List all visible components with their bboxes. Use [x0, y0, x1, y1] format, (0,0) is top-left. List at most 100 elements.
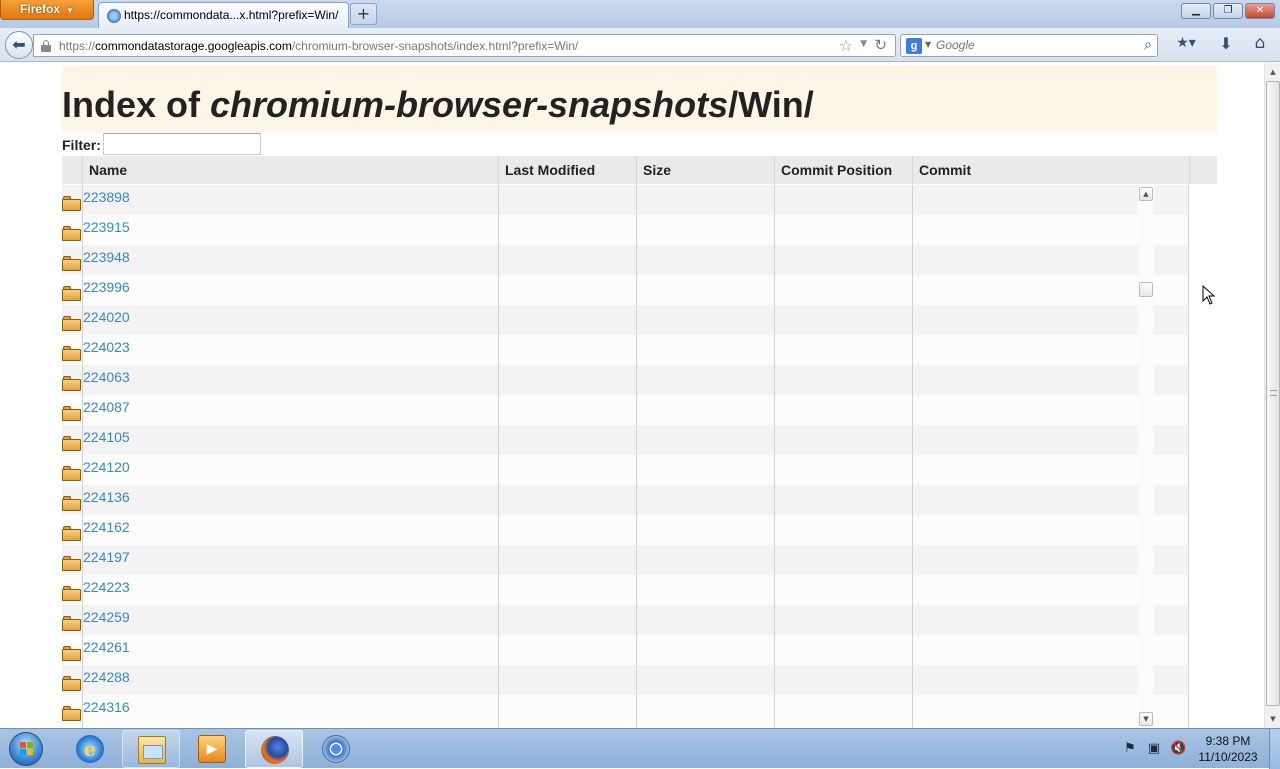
mouse-cursor-icon [1202, 285, 1216, 305]
taskbar-firefox[interactable] [245, 730, 303, 768]
table-body: 223898 223915 223948 223996 224020 224023 2240… [62, 185, 1189, 728]
scroll-up-icon[interactable]: ▲ [1139, 187, 1153, 201]
url-bar[interactable]: https://commondatastorage.googleapis.com… [33, 34, 896, 57]
page-content: Index of chromium-browser-snapshots/Win/… [0, 63, 1264, 728]
column-header-last-modified[interactable]: Last Modified [498, 156, 636, 184]
firefox-menu-button[interactable]: Firefox ▼ [0, 0, 94, 20]
search-input[interactable] [936, 38, 1131, 52]
column-header-name[interactable]: Name [82, 156, 498, 184]
restore-button[interactable]: ❐ [1213, 3, 1243, 19]
lock-icon [41, 40, 51, 52]
title-prefix: Index of [62, 84, 211, 125]
column-header-size[interactable]: Size [636, 156, 774, 184]
url-host: commondatastorage.googleapis.com [95, 39, 292, 53]
folder-link[interactable]: 224259 [83, 609, 130, 625]
back-icon: ⬅ [12, 35, 26, 54]
table-row: 224197 [62, 545, 1189, 575]
folder-link[interactable]: 224105 [83, 429, 130, 445]
folder-link[interactable]: 224316 [83, 699, 130, 715]
taskbar: e ▶ ⚑ ▣ 🔇 9:38 PM 11/10/2023 [0, 728, 1280, 769]
filter-input[interactable] [103, 133, 261, 155]
home-icon: ⌂ [1254, 33, 1266, 53]
folder-link[interactable]: 224223 [83, 579, 130, 595]
folder-icon [62, 706, 81, 721]
page-scroll-down-icon[interactable]: ▼ [1266, 712, 1280, 726]
folder-link[interactable]: 223948 [83, 249, 130, 265]
page-scroll-up-icon[interactable]: ▲ [1266, 65, 1280, 79]
folder-icon [62, 646, 81, 661]
tab-favicon-icon [107, 9, 121, 23]
chevron-down-icon: ▼ [66, 6, 74, 15]
action-center-flag-icon[interactable]: ⚑ [1122, 741, 1138, 757]
back-button[interactable]: ⬅ [5, 31, 33, 59]
reload-icon[interactable]: ↻ [874, 36, 887, 54]
search-icon[interactable]: ⌕ [1144, 37, 1152, 53]
folder-link[interactable]: 224087 [83, 399, 130, 415]
engine-dropdown-icon[interactable]: ▼ [925, 40, 931, 49]
home-button[interactable]: ⌂ [1248, 33, 1272, 55]
volume-muted-icon[interactable]: 🔇 [1170, 741, 1186, 757]
windows-logo-icon [9, 732, 43, 766]
folder-link[interactable]: 224023 [83, 339, 130, 355]
table-row: 224087 [62, 395, 1189, 425]
navigation-toolbar: https://commondatastorage.googleapis.com… [0, 28, 1280, 62]
star-icon[interactable]: ☆ [839, 36, 853, 55]
google-icon[interactable]: g [906, 38, 922, 54]
header-spacer [1189, 156, 1217, 184]
page-scrollbar[interactable]: ▲ ▼ [1264, 63, 1280, 728]
url-text[interactable]: https://commondatastorage.googleapis.com… [59, 39, 578, 53]
folder-icon [62, 676, 81, 691]
table-row: 223948 [62, 245, 1189, 275]
column-header-commit-position[interactable]: Commit Position [774, 156, 912, 184]
folder-link[interactable]: 224020 [83, 309, 130, 325]
table-row: 224162 [62, 515, 1189, 545]
table-row: 224259 [62, 605, 1189, 635]
page-scroll-thumb[interactable] [1266, 81, 1280, 706]
folder-icon [62, 436, 81, 451]
folder-link[interactable]: 224162 [83, 519, 130, 535]
folder-link[interactable]: 224063 [83, 369, 130, 385]
table-scrollbar[interactable]: ▲ ▼ [1138, 185, 1154, 727]
taskbar-media-player[interactable]: ▶ [183, 730, 241, 768]
clock-time: 9:38 PM [1205, 734, 1251, 748]
folder-icon [62, 496, 81, 511]
browser-tab[interactable]: https://commondata...x.html?prefix=Win/ [98, 2, 349, 28]
folder-icon [62, 376, 81, 391]
close-button[interactable]: ✕ [1245, 3, 1275, 19]
folder-link[interactable]: 224120 [83, 459, 130, 475]
folder-link[interactable]: 223915 [83, 219, 130, 235]
folder-link[interactable]: 223898 [83, 189, 130, 205]
table-scroll-thumb[interactable] [1139, 282, 1153, 297]
scroll-down-icon[interactable]: ▼ [1139, 712, 1153, 726]
taskbar-internet-explorer[interactable]: e [61, 730, 119, 768]
table-row: 224023 [62, 335, 1189, 365]
network-icon[interactable]: ▣ [1146, 741, 1162, 757]
taskbar-windows-explorer[interactable] [122, 730, 180, 768]
table-row: 223898 [62, 185, 1189, 215]
start-button[interactable] [4, 729, 50, 769]
table-row: 224288 [62, 665, 1189, 695]
new-tab-button[interactable]: + [350, 3, 377, 25]
listing-table: Name Last Modified Size Commit Position … [62, 156, 1217, 728]
minimize-button[interactable]: ▁ [1181, 3, 1211, 19]
table-header: Name Last Modified Size Commit Position … [62, 156, 1217, 184]
clock[interactable]: 9:38 PM 11/10/2023 [1193, 733, 1263, 765]
taskbar-chrome[interactable] [307, 730, 365, 768]
folder-link[interactable]: 224288 [83, 669, 130, 685]
download-button[interactable]: ⬇ [1214, 34, 1238, 56]
column-header-commit[interactable]: Commit [912, 156, 1189, 184]
bookmarks-button[interactable]: ★▾ [1170, 35, 1202, 55]
history-dropdown-icon[interactable]: ▼ [860, 39, 867, 49]
folder-link[interactable]: 224197 [83, 549, 130, 565]
table-row: 224105 [62, 425, 1189, 455]
show-desktop-button[interactable] [1269, 729, 1280, 769]
folder-icon [138, 736, 166, 764]
url-scheme: https:// [59, 39, 96, 53]
chrome-icon [322, 735, 350, 763]
download-icon: ⬇ [1219, 34, 1233, 53]
folder-link[interactable]: 224261 [83, 639, 130, 655]
folder-link[interactable]: 223996 [83, 279, 130, 295]
search-bar[interactable]: g ▼ ⌕ [900, 34, 1158, 57]
folder-link[interactable]: 224136 [83, 489, 130, 505]
folder-icon [62, 346, 81, 361]
